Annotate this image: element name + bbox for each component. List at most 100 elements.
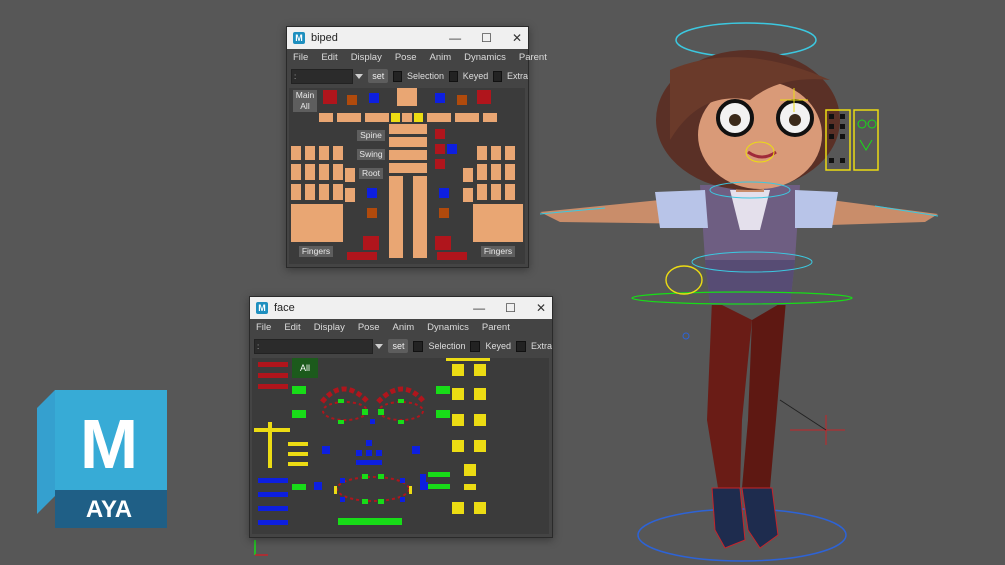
ctrl-blue[interactable] [435, 93, 445, 103]
palm-left[interactable] [291, 204, 343, 242]
menu-dynamics[interactable]: Dynamics [464, 52, 506, 63]
main-button[interactable]: Main [293, 90, 317, 101]
nose-control[interactable] [356, 460, 382, 465]
arm-left[interactable] [337, 113, 361, 122]
all-button[interactable]: All [293, 101, 317, 112]
brow-control[interactable] [258, 362, 288, 367]
jaw-control[interactable] [314, 482, 322, 490]
finger-control[interactable] [505, 184, 515, 200]
spine-control[interactable] [389, 124, 427, 134]
set-button[interactable]: set [388, 339, 409, 353]
side-control[interactable] [428, 472, 450, 477]
tongue-control[interactable] [258, 492, 288, 497]
arm-left[interactable] [319, 113, 333, 122]
finger-control[interactable] [477, 164, 487, 180]
spine-control[interactable] [389, 137, 427, 147]
brow-control[interactable] [258, 384, 288, 389]
eye-control[interactable] [436, 410, 450, 418]
eye-slider[interactable] [474, 388, 486, 400]
finger-control[interactable] [491, 164, 501, 180]
finger-control[interactable] [333, 164, 343, 180]
face-window[interactable]: M face — ☐ ✕ File Edit Display Pose Anim… [249, 296, 553, 538]
cheek-control[interactable] [322, 446, 330, 454]
ctrl-red[interactable] [435, 159, 445, 169]
ctrl-orange[interactable] [457, 95, 467, 105]
mouth-side[interactable] [292, 484, 306, 490]
toe-control[interactable] [437, 252, 467, 260]
slider-control[interactable] [288, 442, 308, 446]
finger-control[interactable] [319, 184, 329, 200]
menu-edit[interactable]: Edit [284, 322, 300, 333]
cheek-control[interactable] [412, 446, 420, 454]
face-titlebar[interactable]: M face — ☐ ✕ [250, 297, 552, 319]
menu-anim[interactable]: Anim [393, 322, 415, 333]
chin-control[interactable] [338, 518, 402, 525]
spine-control[interactable] [389, 150, 427, 160]
menu-pose[interactable]: Pose [395, 52, 417, 63]
eye-slider[interactable] [474, 440, 486, 452]
finger-control[interactable] [305, 164, 315, 180]
eye-slider[interactable] [452, 388, 464, 400]
nose-control[interactable] [366, 450, 372, 456]
biped-titlebar[interactable]: M biped — ☐ ✕ [287, 27, 528, 49]
selection-checkbox[interactable] [393, 70, 402, 82]
menu-dynamics[interactable]: Dynamics [427, 322, 469, 333]
extra-checkbox[interactable] [493, 70, 502, 82]
extra-checkbox[interactable] [515, 340, 526, 352]
eye-control[interactable] [292, 410, 306, 418]
fingers-right-button[interactable]: Fingers [481, 246, 515, 257]
close-button[interactable]: ✕ [536, 301, 546, 315]
palm-right[interactable] [473, 204, 523, 242]
side-control[interactable] [428, 484, 450, 489]
finger-control[interactable] [319, 164, 329, 180]
finger-control[interactable] [305, 184, 315, 200]
keyed-checkbox[interactable] [449, 70, 458, 82]
clavicle-right[interactable] [414, 113, 423, 122]
menu-display[interactable]: Display [314, 322, 345, 333]
arm-left[interactable] [365, 113, 389, 122]
menu-file[interactable]: File [256, 322, 271, 333]
tongue-control[interactable] [258, 520, 288, 525]
ctrl-red[interactable] [435, 129, 445, 139]
slider-control[interactable] [446, 358, 490, 361]
nose-control[interactable] [366, 440, 372, 446]
foot-left[interactable] [363, 236, 379, 250]
leg-right[interactable] [413, 176, 427, 258]
menu-parent[interactable]: Parent [482, 322, 510, 333]
leg-left[interactable] [389, 176, 403, 258]
nose-control[interactable] [376, 450, 382, 456]
menu-file[interactable]: File [293, 52, 308, 63]
eye-control[interactable] [292, 386, 306, 394]
eye-slider[interactable] [474, 364, 486, 376]
ctrl-red[interactable] [435, 144, 445, 154]
finger-control[interactable] [505, 146, 515, 160]
finger-control[interactable] [491, 146, 501, 160]
finger-control[interactable] [505, 164, 515, 180]
clavicle-left[interactable] [391, 113, 400, 122]
close-button[interactable]: ✕ [512, 31, 522, 45]
eye-slider[interactable] [452, 440, 464, 452]
mouth-slider[interactable] [452, 502, 464, 514]
arm-right[interactable] [427, 113, 451, 122]
mouth-controls[interactable] [332, 470, 414, 510]
eye-control[interactable] [436, 386, 450, 394]
all-button[interactable]: All [292, 358, 318, 378]
biped-window[interactable]: M biped — ☐ ✕ File Edit Display Pose Ani… [286, 26, 547, 268]
tongue-control[interactable] [258, 478, 288, 483]
arm-right[interactable] [455, 113, 479, 122]
toe-control[interactable] [347, 252, 377, 260]
side-control[interactable] [420, 474, 426, 484]
thumb-control[interactable] [345, 188, 355, 202]
finger-control[interactable] [333, 146, 343, 160]
finger-control[interactable] [291, 164, 301, 180]
menu-anim[interactable]: Anim [430, 52, 452, 63]
namespace-combo[interactable]: : [291, 68, 354, 84]
mouth-slider[interactable] [464, 464, 476, 476]
finger-control[interactable] [333, 184, 343, 200]
slider-control[interactable] [288, 462, 308, 466]
mouth-slider[interactable] [464, 484, 476, 490]
finger-control[interactable] [291, 184, 301, 200]
root-control[interactable] [389, 163, 427, 173]
thumb-control[interactable] [463, 188, 473, 202]
finger-control[interactable] [291, 146, 301, 160]
